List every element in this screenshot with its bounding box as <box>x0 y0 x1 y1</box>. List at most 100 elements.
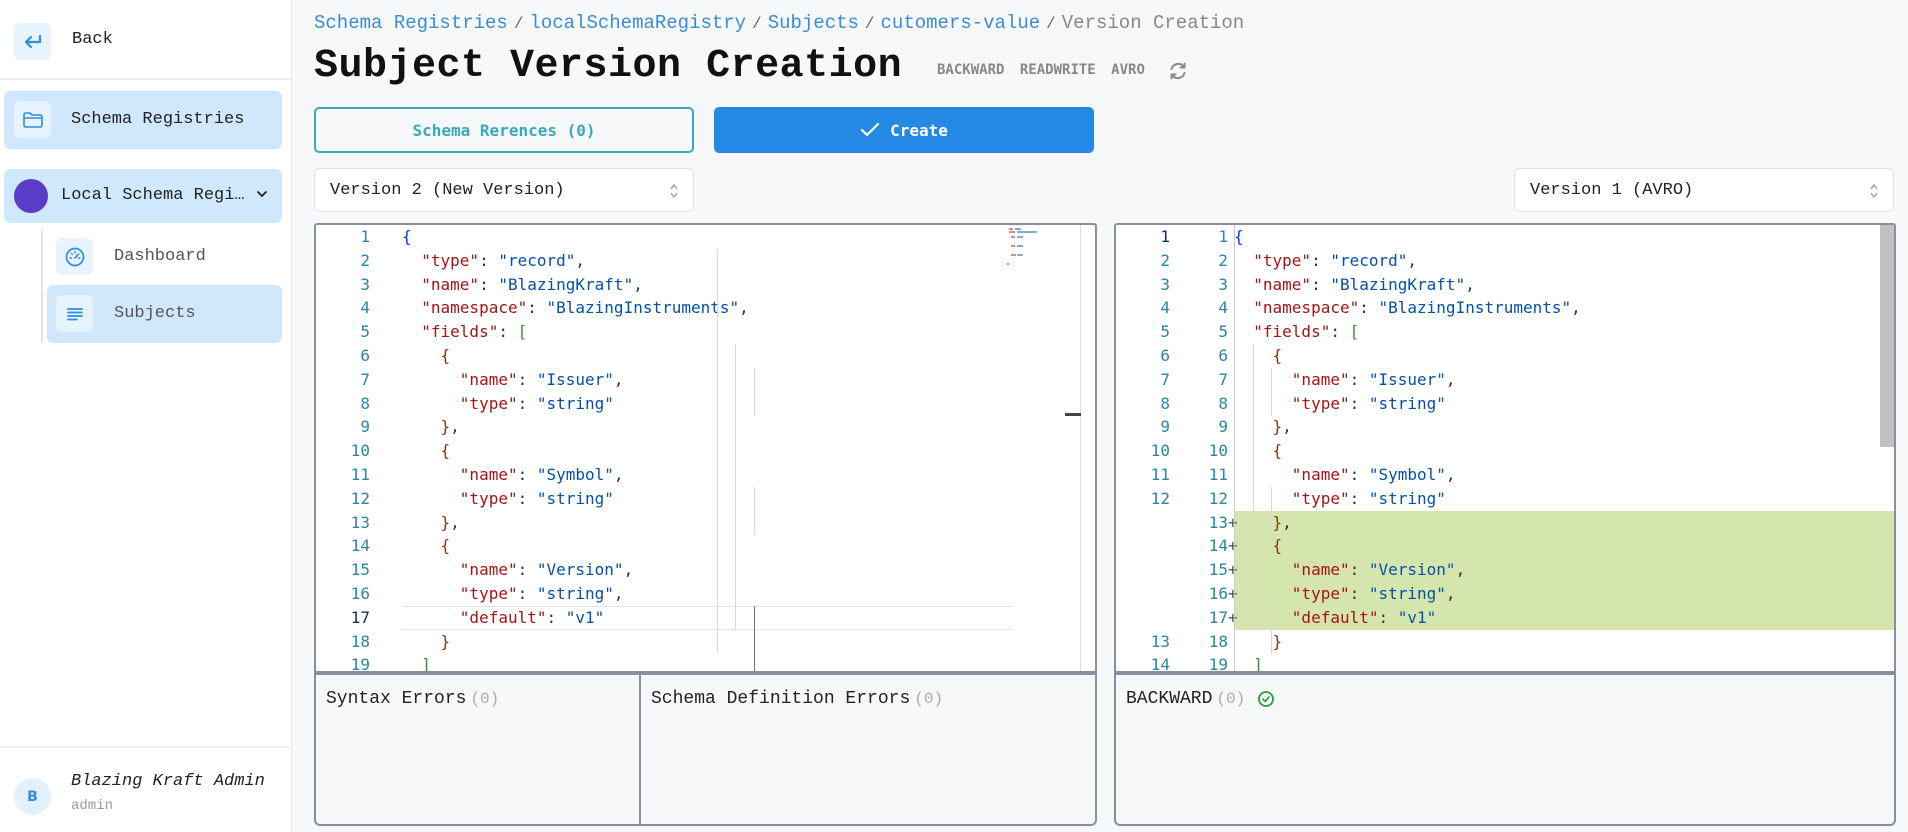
error-count: (0) <box>470 690 499 708</box>
diff-line[interactable]: 1212 "type": "string" <box>1116 487 1894 511</box>
modified-line-number: 18 <box>1180 630 1228 654</box>
diff-line[interactable]: 11{ <box>1116 225 1894 249</box>
diff-line[interactable]: 55 "fields": [ <box>1116 320 1894 344</box>
code-line[interactable]: 2 "type": "record", <box>316 249 1095 273</box>
sidebar-item-schema-registries[interactable]: Schema Registries <box>4 91 282 149</box>
sidebar-item-dashboard[interactable]: Dashboard <box>47 228 282 286</box>
code-token: "type" <box>1292 489 1350 508</box>
editor-code[interactable]: 1{2 "type": "record",3 "name": "BlazingK… <box>316 225 1095 673</box>
line-text: "default": "v1" <box>402 606 604 630</box>
mode-badge: READWRITE <box>1020 62 1096 78</box>
diff-line[interactable]: 1318 } <box>1116 630 1894 654</box>
diff-line[interactable]: 1010 { <box>1116 439 1894 463</box>
diff-line[interactable]: 1111 "name": "Symbol", <box>1116 463 1894 487</box>
diff-line[interactable]: 22 "type": "record", <box>1116 249 1894 273</box>
code-line[interactable]: 11 "name": "Symbol", <box>316 463 1095 487</box>
diff-line[interactable]: 33 "name": "BlazingKraft", <box>1116 273 1894 297</box>
added-line-highlight <box>1234 534 1894 558</box>
added-line[interactable]: 17+ "default": "v1" <box>1116 606 1894 630</box>
code-line[interactable]: 8 "type": "string" <box>316 392 1095 416</box>
user-profile[interactable]: B Blazing Kraft Admin admin <box>0 746 292 832</box>
sidebar-item-subjects[interactable]: Subjects <box>47 285 282 343</box>
modified-line-number: 19 <box>1180 653 1228 673</box>
compare-version-select[interactable]: Version 1 (AVRO) <box>1514 168 1894 212</box>
diff-line[interactable]: 88 "type": "string" <box>1116 392 1894 416</box>
breadcrumb-link-schema-registries[interactable]: Schema Registries <box>314 12 508 34</box>
code-line[interactable]: 7 "name": "Issuer", <box>316 368 1095 392</box>
line-text: { <box>1234 344 1282 368</box>
diff-line[interactable]: 44 "namespace": "BlazingInstruments", <box>1116 296 1894 320</box>
code-token: "name" <box>460 560 518 579</box>
check-circle-icon <box>1257 690 1275 708</box>
modified-line-number: 6 <box>1180 344 1228 368</box>
code-line[interactable]: 5 "fields": [ <box>316 320 1095 344</box>
code-line[interactable]: 4 "namespace": "BlazingInstruments", <box>316 296 1095 320</box>
refresh-icon[interactable] <box>1167 60 1189 82</box>
back-button[interactable]: Back <box>0 0 292 80</box>
added-line[interactable]: 16+ "type": "string", <box>1116 582 1894 606</box>
code-line[interactable]: 15 "name": "Version", <box>316 558 1095 582</box>
original-line-number: 8 <box>1116 392 1170 416</box>
minimap[interactable] <box>1006 225 1066 285</box>
breadcrumb-current: Version Creation <box>1062 12 1244 34</box>
line-text: "type": "string" <box>1234 392 1446 416</box>
added-line[interactable]: 13+ }, <box>1116 511 1894 535</box>
code-token: "name" <box>1253 275 1311 294</box>
code-line[interactable]: 14 { <box>316 534 1095 558</box>
code-token <box>402 298 421 317</box>
diff-line[interactable]: 1419 ] <box>1116 653 1894 673</box>
diff-line[interactable]: 66 { <box>1116 344 1894 368</box>
code-token <box>1234 251 1253 270</box>
code-token: : <box>527 298 546 317</box>
diff-editor[interactable]: 11{22 "type": "record",33 "name": "Blazi… <box>1114 223 1896 673</box>
breadcrumb-link-registry[interactable]: localSchemaRegistry <box>529 12 746 34</box>
breadcrumb-link-subject[interactable]: cutomers-value <box>881 12 1041 34</box>
breadcrumb-link-subjects[interactable]: Subjects <box>768 12 859 34</box>
code-line[interactable]: 16 "type": "string", <box>316 582 1095 606</box>
code-line[interactable]: 17 "default": "v1" <box>316 606 1095 630</box>
diff-line[interactable]: 77 "name": "Issuer", <box>1116 368 1894 392</box>
line-text: "namespace": "BlazingInstruments", <box>402 296 749 320</box>
code-line[interactable]: 3 "name": "BlazingKraft", <box>316 273 1095 297</box>
schema-type-badge: AVRO <box>1111 62 1145 78</box>
diff-code[interactable]: 11{22 "type": "record",33 "name": "Blazi… <box>1116 225 1894 673</box>
code-line[interactable]: 18 } <box>316 630 1095 654</box>
vertical-scrollbar[interactable] <box>1880 225 1894 447</box>
code-token <box>1234 584 1292 603</box>
code-token <box>402 608 460 627</box>
code-token <box>402 346 441 365</box>
added-line[interactable]: 14+ { <box>1116 534 1894 558</box>
code-line[interactable]: 1{ <box>316 225 1095 249</box>
sidebar-item-local-schema-registry[interactable]: Local Schema Regi… <box>4 169 282 223</box>
added-line[interactable]: 15+ "name": "Version", <box>1116 558 1894 582</box>
code-token: "name" <box>1292 370 1350 389</box>
panel-title: Schema Definition Errors (0) <box>651 689 943 709</box>
create-button[interactable]: Create <box>714 107 1094 153</box>
code-token: "record" <box>1330 251 1407 270</box>
schema-editor[interactable]: 1{2 "type": "record",3 "name": "BlazingK… <box>314 223 1097 673</box>
code-token: , <box>1446 370 1456 389</box>
line-text: "name": "BlazingKraft", <box>402 273 643 297</box>
original-line-number: 10 <box>1116 439 1170 463</box>
diff-line[interactable]: 99 }, <box>1116 415 1894 439</box>
sidebar-item-label: Schema Registries <box>71 110 244 129</box>
code-token <box>402 441 441 460</box>
line-text: { <box>402 439 450 463</box>
code-token: , <box>614 465 624 484</box>
code-token: "string" <box>537 489 614 508</box>
code-line[interactable]: 12 "type": "string" <box>316 487 1095 511</box>
code-line[interactable]: 9 }, <box>316 415 1095 439</box>
code-line[interactable]: 6 { <box>316 344 1095 368</box>
folder-icon <box>14 101 51 138</box>
code-line[interactable]: 13 }, <box>316 511 1095 535</box>
schema-definition-errors-panel: Schema Definition Errors (0) <box>640 673 1097 826</box>
code-token: "string" <box>537 394 614 413</box>
schema-references-button[interactable]: Schema Rerences (0) <box>314 107 694 153</box>
code-line[interactable]: 10 { <box>316 439 1095 463</box>
code-token: } <box>441 417 451 436</box>
new-version-select[interactable]: Version 2 (New Version) <box>314 168 694 212</box>
code-token: : <box>1350 560 1369 579</box>
original-line-number: 11 <box>1116 463 1170 487</box>
code-line[interactable]: 19 ] <box>316 653 1095 673</box>
line-text: "fields": [ <box>402 320 527 344</box>
